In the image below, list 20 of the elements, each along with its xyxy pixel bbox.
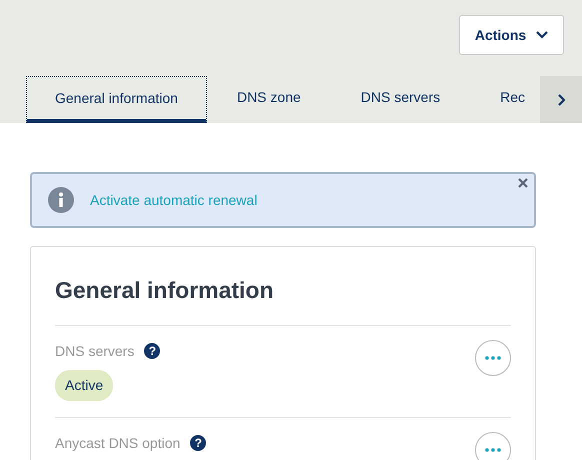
help-icon[interactable]: ? (144, 343, 160, 360)
section-title: General information (55, 277, 275, 305)
tab[interactable]: General information (26, 76, 207, 123)
tab[interactable]: DNS zone (206, 76, 331, 123)
tab[interactable]: Rec (470, 76, 526, 123)
close-icon (518, 178, 528, 188)
chevron-down-icon (536, 31, 548, 39)
field-label: DNS servers (55, 342, 134, 359)
ellipsis-icon (485, 448, 501, 452)
help-icon[interactable]: ? (190, 435, 206, 452)
tab[interactable]: DNS servers (330, 76, 470, 123)
more-options-button[interactable] (475, 340, 511, 376)
status-pill: Active (55, 370, 114, 401)
field-label: Anycast DNS option (55, 434, 180, 451)
actions-button[interactable]: Actions (459, 15, 564, 55)
ellipsis-icon (485, 356, 501, 360)
chevron-right-icon (557, 94, 565, 106)
info-icon (48, 187, 74, 213)
more-options-button[interactable] (475, 432, 511, 460)
close-button[interactable] (516, 176, 530, 190)
